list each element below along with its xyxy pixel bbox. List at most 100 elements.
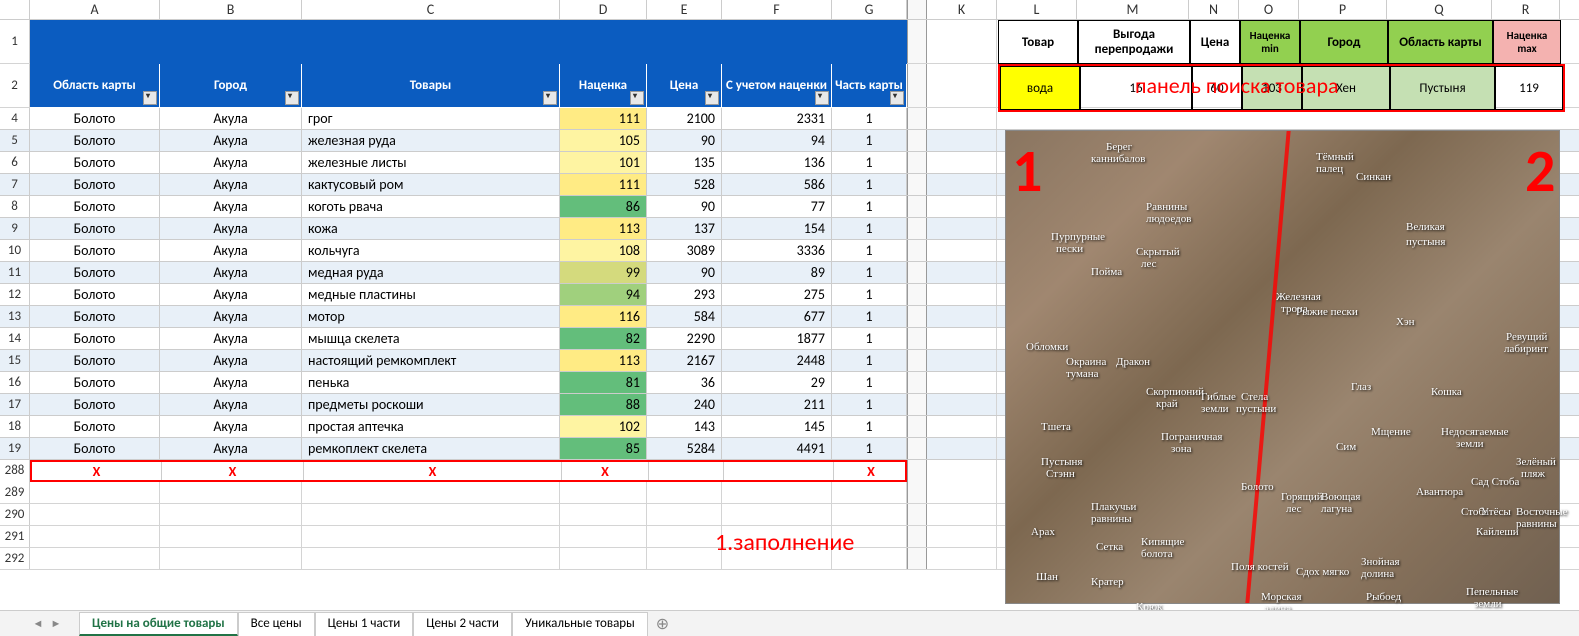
cell-item[interactable]: медные пластины — [302, 284, 560, 305]
cell-city[interactable]: Акула — [160, 438, 302, 459]
col-C[interactable]: C — [302, 0, 560, 19]
cell-region[interactable]: Болото — [30, 328, 160, 349]
cell-markup[interactable]: 111 — [560, 174, 647, 195]
cell-region[interactable]: Болото — [30, 240, 160, 261]
add-sheet-button[interactable]: ⊕ — [648, 614, 677, 634]
cell-region[interactable]: Болото — [30, 152, 160, 173]
cell-price[interactable]: 3089 — [647, 240, 722, 261]
cell-item[interactable]: кожа — [302, 218, 560, 239]
cell-region[interactable]: Болото — [30, 218, 160, 239]
col-F[interactable]: F — [722, 0, 832, 19]
cell-region[interactable]: Болото — [30, 394, 160, 415]
col-R[interactable]: R — [1492, 0, 1560, 19]
rownum[interactable]: 16 — [0, 372, 30, 393]
cell-markup[interactable]: 99 — [560, 262, 647, 283]
cell-price[interactable]: 90 — [647, 196, 722, 217]
cell-markup[interactable]: 102 — [560, 416, 647, 437]
tab-nav-next-icon[interactable]: ► — [48, 616, 64, 632]
x-row[interactable]: X X X X X — [30, 460, 907, 482]
cell-city[interactable]: Акула — [160, 328, 302, 349]
cell-item[interactable]: кольчуга — [302, 240, 560, 261]
cell-total[interactable]: 29 — [722, 372, 832, 393]
cell-price[interactable]: 2100 — [647, 108, 722, 129]
cell-total[interactable]: 2331 — [722, 108, 832, 129]
select-all-cell[interactable] — [0, 0, 30, 20]
rownum[interactable]: 17 — [0, 394, 30, 415]
cell-markup[interactable]: 111 — [560, 108, 647, 129]
col-A[interactable]: A — [30, 0, 160, 19]
cell-total[interactable]: 77 — [722, 196, 832, 217]
cell-total[interactable]: 89 — [722, 262, 832, 283]
cell-price[interactable]: 584 — [647, 306, 722, 327]
header-markup[interactable]: Наценка — [560, 64, 647, 108]
cell-part[interactable]: 1 — [832, 262, 907, 283]
cell-price[interactable]: 2290 — [647, 328, 722, 349]
rownum-288[interactable]: 288 — [0, 460, 30, 482]
cell-part[interactable]: 1 — [832, 306, 907, 327]
cell-region[interactable]: Болото — [30, 306, 160, 327]
col-G[interactable]: G — [832, 0, 907, 19]
cell-total[interactable]: 1877 — [722, 328, 832, 349]
cell-part[interactable]: 1 — [832, 174, 907, 195]
cell-markup[interactable]: 86 — [560, 196, 647, 217]
cell-price[interactable]: 5284 — [647, 438, 722, 459]
col-E[interactable]: E — [647, 0, 722, 19]
rownum[interactable]: 11 — [0, 262, 30, 283]
cell-city[interactable]: Акула — [160, 284, 302, 305]
sp-item[interactable]: вода — [1000, 66, 1080, 110]
cell-item[interactable]: коготь рвача — [302, 196, 560, 217]
cell-total[interactable]: 3336 — [722, 240, 832, 261]
cell-markup[interactable]: 113 — [560, 218, 647, 239]
rownum[interactable]: 12 — [0, 284, 30, 305]
sheet-tab[interactable]: Цены 2 части — [413, 612, 512, 636]
cell-city[interactable]: Акула — [160, 394, 302, 415]
cell-markup[interactable]: 108 — [560, 240, 647, 261]
filter-icon[interactable] — [890, 91, 904, 105]
rownum[interactable]: 13 — [0, 306, 30, 327]
col-M[interactable]: M — [1077, 0, 1189, 19]
cell-price[interactable]: 143 — [647, 416, 722, 437]
cell-price[interactable]: 293 — [647, 284, 722, 305]
cell-city[interactable]: Акула — [160, 372, 302, 393]
cell-item[interactable]: грог — [302, 108, 560, 129]
cell-city[interactable]: Акула — [160, 152, 302, 173]
cell-part[interactable]: 1 — [832, 240, 907, 261]
cell-total[interactable]: 2448 — [722, 350, 832, 371]
cell-total[interactable]: 136 — [722, 152, 832, 173]
cell-region[interactable]: Болото — [30, 416, 160, 437]
rownum[interactable]: 8 — [0, 196, 30, 217]
rownum-1[interactable]: 1 — [0, 20, 30, 63]
cell-markup[interactable]: 101 — [560, 152, 647, 173]
cell-total[interactable]: 145 — [722, 416, 832, 437]
tab-nav-prev-icon[interactable]: ◄ — [30, 616, 46, 632]
cell-region[interactable]: Болото — [30, 196, 160, 217]
header-items[interactable]: Товары — [302, 64, 560, 108]
cell-markup[interactable]: 94 — [560, 284, 647, 305]
cell-item[interactable]: железные листы — [302, 152, 560, 173]
cell-part[interactable]: 1 — [832, 372, 907, 393]
filter-icon[interactable] — [705, 91, 719, 105]
cell-region[interactable]: Болото — [30, 174, 160, 195]
cell-total[interactable]: 154 — [722, 218, 832, 239]
filter-icon[interactable] — [543, 91, 557, 105]
cell-total[interactable]: 275 — [722, 284, 832, 305]
cell-part[interactable]: 1 — [832, 284, 907, 305]
header-part[interactable]: Часть карты — [832, 64, 907, 108]
cell-markup[interactable]: 81 — [560, 372, 647, 393]
cell-city[interactable]: Акула — [160, 262, 302, 283]
cell-total[interactable]: 586 — [722, 174, 832, 195]
cell-total[interactable]: 4491 — [722, 438, 832, 459]
rownum[interactable]: 6 — [0, 152, 30, 173]
col-B[interactable]: B — [160, 0, 302, 19]
rownum-2[interactable]: 2 — [0, 64, 30, 107]
cell-markup[interactable]: 82 — [560, 328, 647, 349]
cell-item[interactable]: простая аптечка — [302, 416, 560, 437]
header-city[interactable]: Город — [160, 64, 302, 108]
cell-city[interactable]: Акула — [160, 196, 302, 217]
cell-region[interactable]: Болото — [30, 438, 160, 459]
cell-part[interactable]: 1 — [832, 416, 907, 437]
cell-price[interactable]: 2167 — [647, 350, 722, 371]
cell-item[interactable]: медная руда — [302, 262, 560, 283]
cell-part[interactable]: 1 — [832, 218, 907, 239]
rownum[interactable]: 290 — [0, 504, 30, 525]
